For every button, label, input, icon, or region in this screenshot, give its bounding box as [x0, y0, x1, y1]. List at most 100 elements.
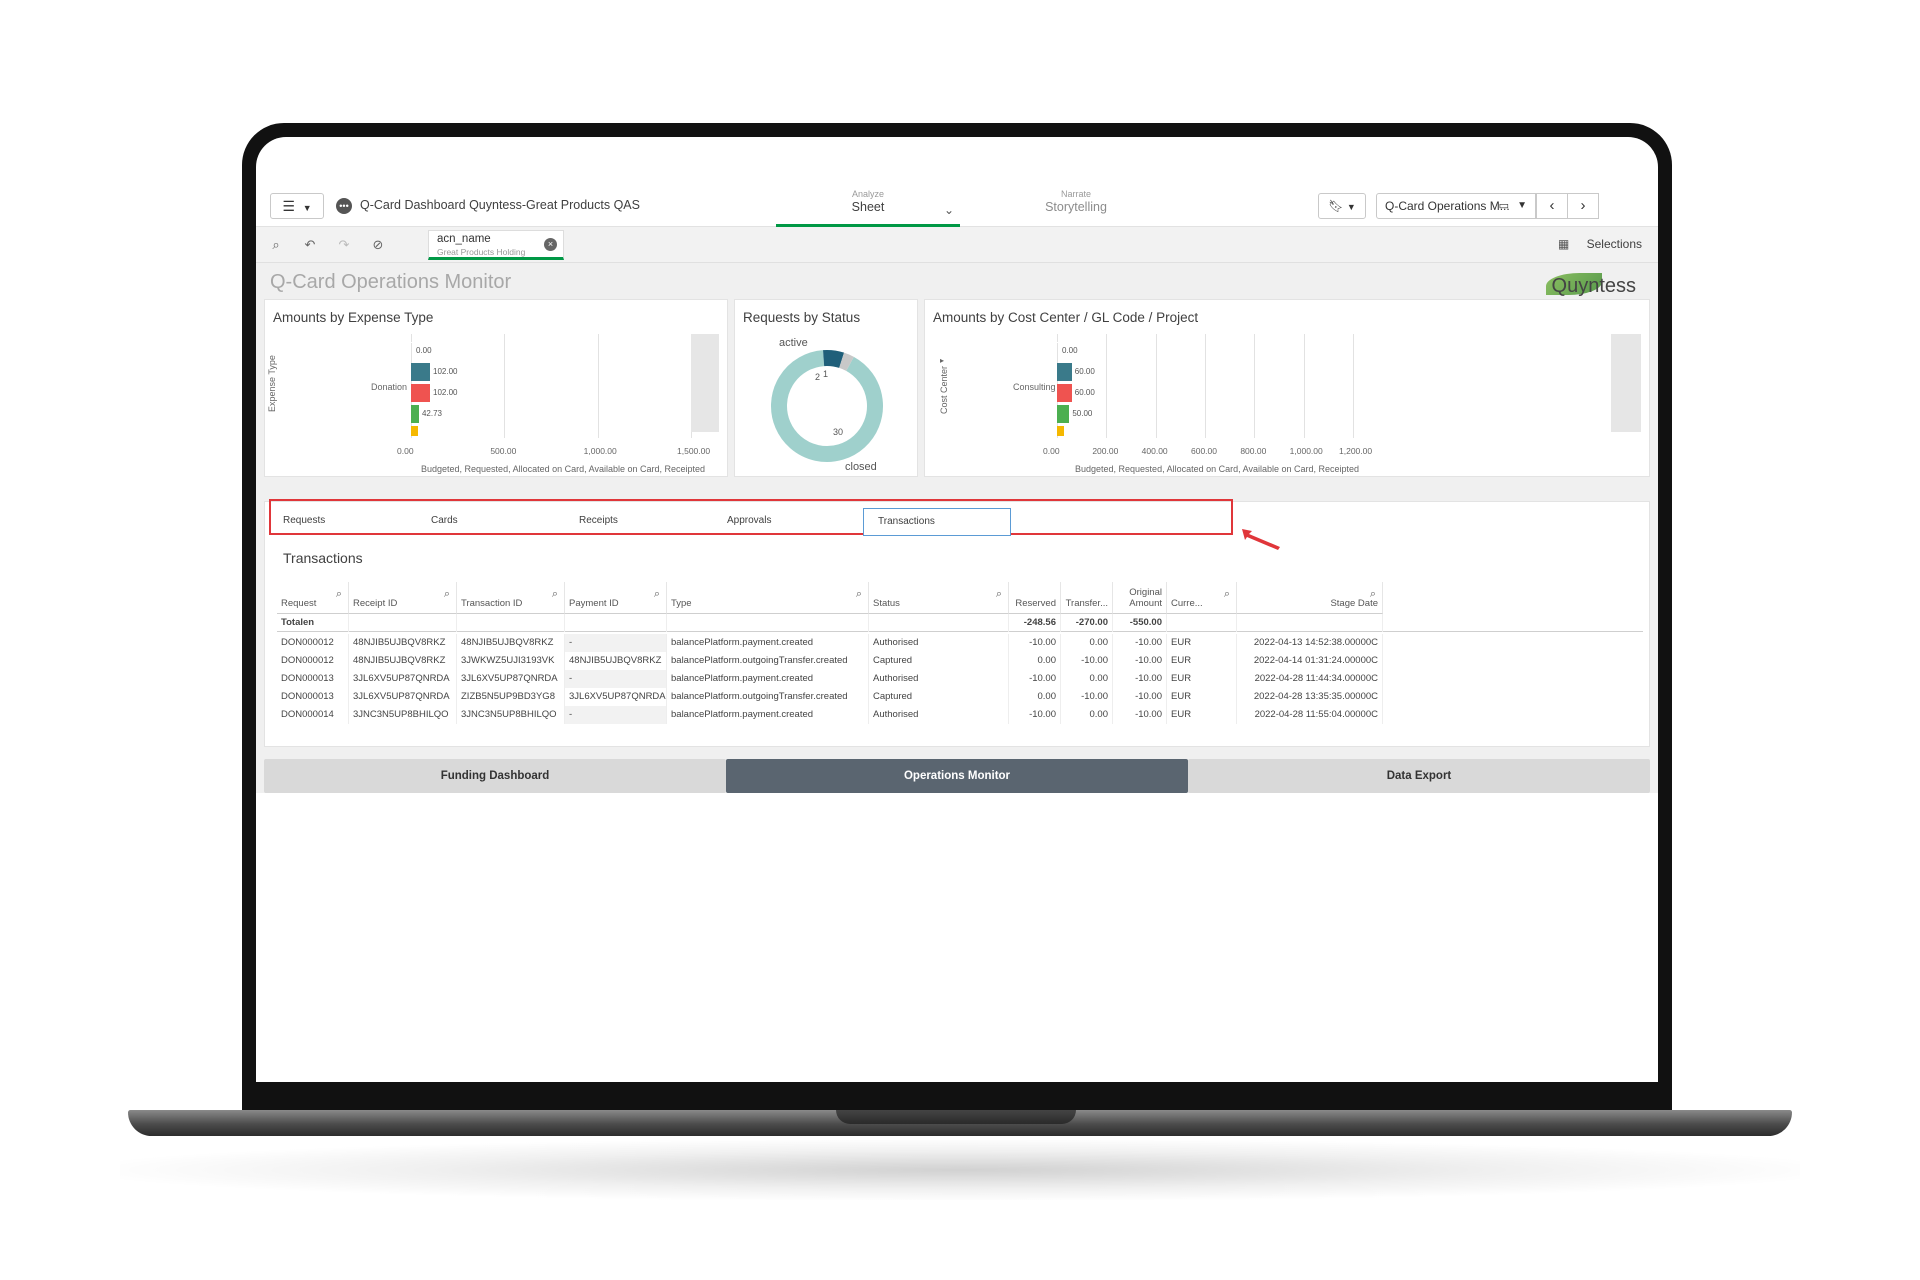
- column-header[interactable]: Receipt ID ⌕: [349, 582, 457, 614]
- chart-minimap[interactable]: [691, 334, 719, 432]
- bookmark-button[interactable]: 🔖︎ ▼: [1318, 193, 1366, 219]
- selection-chip[interactable]: acn_name Great Products Holding ×: [428, 230, 564, 260]
- next-sheet-button[interactable]: ›: [1567, 193, 1599, 219]
- table-row[interactable]: DON000014 3JNC3N5UP8BHILQO 3JNC3N5UP8BHILQ…: [277, 706, 1643, 724]
- bar-data-label: 0.00: [1062, 346, 1078, 355]
- label-closed: closed: [845, 461, 877, 473]
- x-tick-label: 600.00: [1191, 446, 1217, 456]
- analyze-label: Analyze: [851, 189, 885, 199]
- table-cell: 0.00: [1061, 706, 1113, 724]
- operations-monitor-button[interactable]: Operations Monitor: [726, 759, 1188, 793]
- sheet-icon: ▭: [1498, 200, 1509, 212]
- column-header[interactable]: Reserved: [1009, 582, 1061, 614]
- slice-value-closed: 30: [833, 427, 843, 437]
- table-cell: 3JWKWZ5UJI3193VK: [457, 652, 565, 670]
- red-arrow-icon: [1242, 529, 1280, 550]
- bar-data-label: 102.00: [433, 388, 458, 397]
- hamburger-menu-button[interactable]: ☰ ▼: [270, 193, 324, 219]
- expand-triangle-icon[interactable]: ▸: [940, 356, 944, 365]
- status-chart[interactable]: Requests by Status active closed 30 2 1: [734, 299, 918, 477]
- laptop-bottom-bezel: [242, 1077, 1672, 1113]
- selection-field: acn_name: [437, 233, 491, 245]
- column-header-label: Reserved: [1015, 598, 1056, 609]
- bar-data-label: 60.00: [1074, 388, 1095, 397]
- column-header[interactable]: Original Amount: [1113, 582, 1167, 614]
- search-icon[interactable]: ⌕: [856, 588, 862, 601]
- narrate-mode-tab[interactable]: Narrate Storytelling: [1016, 189, 1136, 214]
- bar[interactable]: [1057, 426, 1064, 436]
- gridline: [1254, 334, 1256, 438]
- bar[interactable]: [411, 363, 431, 381]
- totals-cell: [667, 614, 869, 632]
- storytelling-label: Storytelling: [1045, 200, 1107, 214]
- bar[interactable]: [1057, 384, 1072, 402]
- data-export-button[interactable]: Data Export: [1188, 759, 1650, 793]
- x-tick-label: 0.00: [1043, 446, 1060, 456]
- funding-dashboard-button[interactable]: Funding Dashboard: [264, 759, 726, 793]
- close-icon[interactable]: ×: [544, 238, 557, 251]
- table-cell: EUR: [1167, 634, 1237, 652]
- table-cell: EUR: [1167, 688, 1237, 706]
- table-row[interactable]: DON000013 3JL6XV5UP87QNRDA 3JL6XV5UP87QNRD…: [277, 670, 1643, 688]
- bar[interactable]: [1057, 342, 1059, 343]
- cost-center-chart[interactable]: Amounts by Cost Center / GL Code / Proje…: [924, 299, 1650, 477]
- bar-data-label: 50.00: [1072, 409, 1093, 418]
- table-cell: ZIZB5N5UP9BD3YG8: [457, 688, 565, 706]
- selections-button[interactable]: ▦ Selections: [1558, 237, 1642, 251]
- table-cell: -10.00: [1113, 652, 1167, 670]
- bar[interactable]: [411, 384, 431, 402]
- tab-cards[interactable]: Cards: [431, 508, 458, 536]
- bar[interactable]: [1057, 405, 1070, 423]
- tab-transactions[interactable]: Transactions: [863, 508, 1011, 536]
- table-cell: 3JL6XV5UP87QNRDA: [349, 670, 457, 688]
- x-axis-label: Budgeted, Requested, Allocated on Card, …: [421, 464, 706, 474]
- bar[interactable]: [411, 405, 419, 423]
- top-bar: ☰ ▼ ••• Q-Card Dashboard Quyntess-Great …: [256, 185, 1658, 227]
- bar[interactable]: [411, 342, 413, 343]
- table-cell: 2022-04-13 14:52:38.00000C: [1237, 634, 1383, 652]
- donut-slice-active[interactable]: [823, 350, 845, 369]
- tab-receipts[interactable]: Receipts: [579, 508, 618, 536]
- previous-sheet-button[interactable]: ‹: [1536, 193, 1568, 219]
- column-header[interactable]: Transaction ID ⌕: [457, 582, 565, 614]
- tab-approvals[interactable]: Approvals: [727, 508, 771, 536]
- bar[interactable]: [1057, 363, 1072, 381]
- column-header[interactable]: Transfer...: [1061, 582, 1113, 614]
- chart-minimap[interactable]: [1611, 334, 1641, 432]
- table-cell: balancePlatform.outgoingTransfer.created: [667, 688, 869, 706]
- search-icon[interactable]: ⌕: [444, 588, 450, 601]
- chart-title: Amounts by Cost Center / GL Code / Proje…: [933, 310, 1199, 325]
- donut-slice-other[interactable]: [839, 352, 854, 371]
- step-back-icon[interactable]: ↶: [300, 236, 320, 254]
- column-header-label: Original Amount: [1129, 587, 1162, 609]
- table-cell: DON000014: [277, 706, 349, 724]
- column-header[interactable]: Payment ID ⌕: [565, 582, 667, 614]
- bar[interactable]: [411, 426, 418, 436]
- step-forward-icon[interactable]: ↷: [334, 236, 354, 254]
- table-row[interactable]: DON000012 48NJIB5UJBQV8RKZ 48NJIB5UJBQV8RK…: [277, 634, 1643, 652]
- expense-type-chart[interactable]: Amounts by Expense Type Expense Type 0.0…: [264, 299, 728, 477]
- clear-selections-icon[interactable]: ⊘: [368, 236, 388, 254]
- tab-requests[interactable]: Requests: [283, 508, 325, 536]
- bar-data-label: 42.73: [421, 409, 442, 418]
- column-header[interactable]: Status ⌕: [869, 582, 1009, 614]
- search-icon[interactable]: ⌕: [552, 588, 558, 601]
- table-row[interactable]: DON000013 3JL6XV5UP87QNRDA ZIZB5N5UP9BD3YG…: [277, 688, 1643, 706]
- search-icon[interactable]: ⌕: [1224, 588, 1230, 601]
- column-header[interactable]: Stage Date ⌕: [1237, 582, 1383, 614]
- column-header[interactable]: Request ⌕: [277, 582, 349, 614]
- chevron-down-icon[interactable]: ⌄: [944, 203, 954, 217]
- search-icon[interactable]: ⌕: [654, 588, 660, 601]
- table-cell: 2022-04-28 13:35:35.00000C: [1237, 688, 1383, 706]
- table-row[interactable]: DON000012 48NJIB5UJBQV8RKZ 3JWKWZ5UJI3193V…: [277, 652, 1643, 670]
- column-header[interactable]: Type ⌕: [667, 582, 869, 614]
- column-header[interactable]: Curre... ⌕: [1167, 582, 1237, 614]
- search-icon[interactable]: ⌕: [996, 588, 1002, 601]
- analyze-mode-tab[interactable]: Analyze Sheet ⌄: [776, 189, 960, 227]
- search-icon[interactable]: ⌕: [1370, 588, 1376, 601]
- table-cell: DON000013: [277, 688, 349, 706]
- search-icon[interactable]: ⌕: [336, 588, 342, 601]
- gridline: [1205, 334, 1206, 438]
- sheet-selector[interactable]: Q-Card Operations M... ▭ ▼: [1376, 193, 1536, 219]
- smart-search-icon[interactable]: ⌕: [266, 236, 286, 254]
